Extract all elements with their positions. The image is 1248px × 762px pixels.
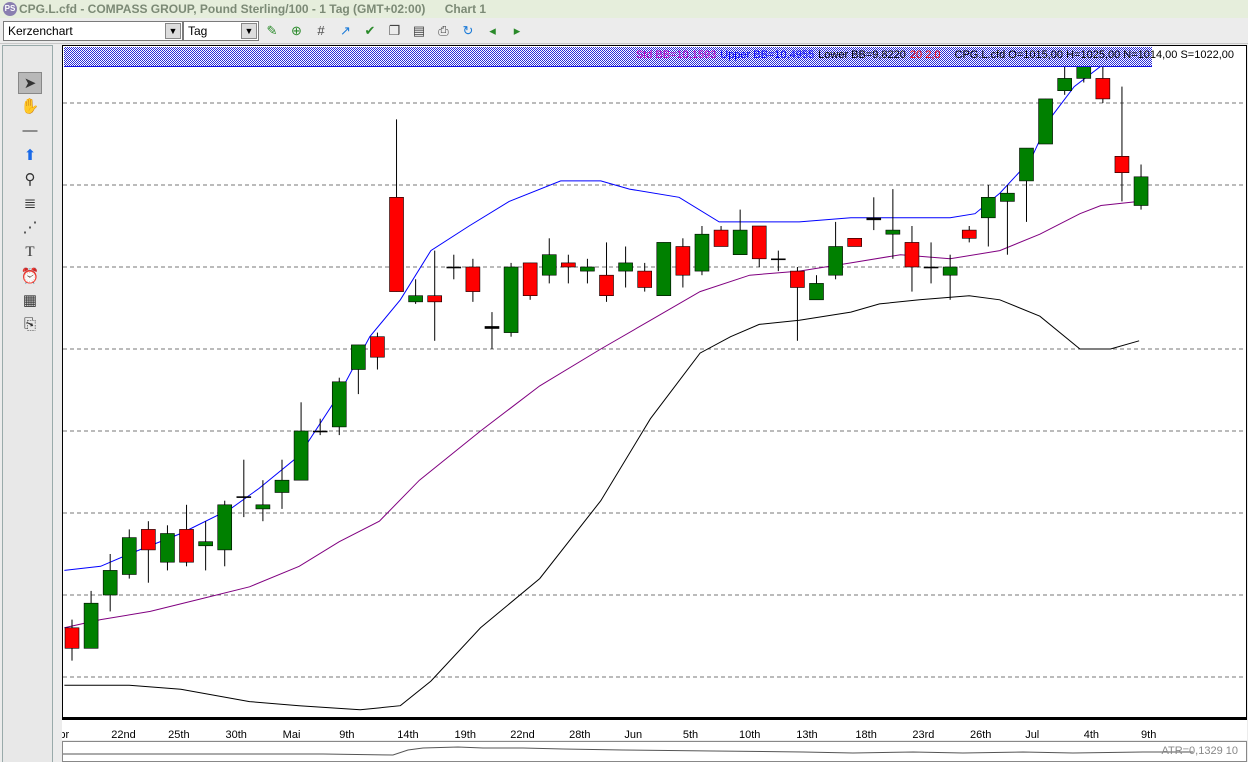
x-tick-label: Apr xyxy=(62,729,70,740)
x-tick-label: 26th xyxy=(969,729,992,740)
candle-down xyxy=(847,238,862,247)
candle-up xyxy=(1057,78,1072,92)
candle-up xyxy=(828,246,843,276)
lower-band-line xyxy=(64,295,1140,711)
x-tick-label: Mai xyxy=(282,729,301,740)
x-tick-label: 5th xyxy=(682,729,699,740)
candle-down xyxy=(1095,78,1111,100)
price-plot[interactable] xyxy=(0,0,1248,718)
x-tick-label: Jun xyxy=(624,729,643,740)
candle-down xyxy=(389,197,404,292)
candle-down xyxy=(751,225,767,260)
x-tick-label: 22nd xyxy=(111,729,136,740)
candle-down xyxy=(961,229,977,239)
candle-up xyxy=(274,479,290,493)
candle-up xyxy=(1076,67,1092,79)
candle-up xyxy=(236,496,252,498)
candle-down xyxy=(561,262,576,268)
x-tick-label: 9th xyxy=(1141,729,1157,740)
x-tick-label: Jul xyxy=(1025,729,1040,740)
x-tick-label: 10th xyxy=(738,729,761,740)
atr-line xyxy=(63,746,1193,756)
candle-up xyxy=(1000,192,1015,202)
candle-up xyxy=(981,197,996,219)
candle-up xyxy=(618,262,633,272)
x-axis: Apr 22nd 25th 30th Mai 9th 14th 19th 22nd 28th Jun… xyxy=(62,718,1247,740)
middle-band-line xyxy=(64,200,1140,629)
candle-up xyxy=(293,430,309,481)
candle-up xyxy=(923,266,939,269)
candle-up xyxy=(198,541,213,547)
candle-up xyxy=(331,381,347,428)
x-tick-label: 18th xyxy=(855,729,877,740)
candle-down xyxy=(637,270,653,288)
candle-down xyxy=(64,627,80,649)
atr-pane[interactable]: ATR=0,1329 10 xyxy=(62,741,1247,762)
candle-up xyxy=(942,266,958,276)
candle-down xyxy=(904,242,920,268)
candle-down xyxy=(866,217,882,221)
candle-up xyxy=(732,229,748,256)
candle-up xyxy=(446,266,462,269)
candle-up xyxy=(484,326,500,329)
candle-down xyxy=(522,262,538,296)
candle-up xyxy=(1133,176,1149,206)
candle-down xyxy=(1114,156,1130,174)
x-tick-label: 28th xyxy=(569,729,591,740)
atr-line-plot xyxy=(63,746,1193,756)
candle-up xyxy=(408,295,423,303)
x-tick-label: 22nd xyxy=(510,729,535,740)
candle-down xyxy=(599,274,614,297)
x-tick-label: 9th xyxy=(339,729,355,740)
x-tick-label: 4th xyxy=(1083,729,1100,740)
candle-up xyxy=(694,233,710,272)
upper-band-line xyxy=(64,67,1101,571)
candle-up xyxy=(580,266,595,272)
atr-label: ATR=0,1329 10 xyxy=(1161,745,1238,757)
candle-down xyxy=(465,266,481,292)
candle-down xyxy=(370,336,385,358)
x-tick-label: 23rd xyxy=(912,729,935,740)
candle-down xyxy=(713,229,729,247)
candle-up xyxy=(656,242,672,296)
candle-up xyxy=(809,283,824,301)
x-tick-label: 13th xyxy=(796,729,818,740)
candle-up xyxy=(503,266,519,333)
candle-down xyxy=(141,529,156,551)
candle-down xyxy=(790,270,805,288)
x-tick-label: 19th xyxy=(454,729,476,740)
candle-up xyxy=(351,344,366,370)
candle-up xyxy=(83,602,99,649)
x-tick-label: 25th xyxy=(168,729,190,740)
candle-up xyxy=(102,570,118,596)
candle-up xyxy=(312,430,328,433)
candle-down xyxy=(427,295,443,303)
candle-down xyxy=(675,246,691,276)
candle-up xyxy=(160,533,175,563)
candle-up xyxy=(885,229,901,235)
candle-up xyxy=(121,537,137,575)
x-tick-label: 14th xyxy=(397,729,419,740)
candle-up xyxy=(1019,147,1034,182)
candle-up xyxy=(217,504,233,551)
candle-down xyxy=(179,529,194,563)
candle-up xyxy=(255,504,271,510)
candle-up xyxy=(771,258,786,261)
candle-up xyxy=(541,254,557,276)
candle-up xyxy=(1038,98,1053,145)
x-tick-label: 30th xyxy=(225,729,247,740)
